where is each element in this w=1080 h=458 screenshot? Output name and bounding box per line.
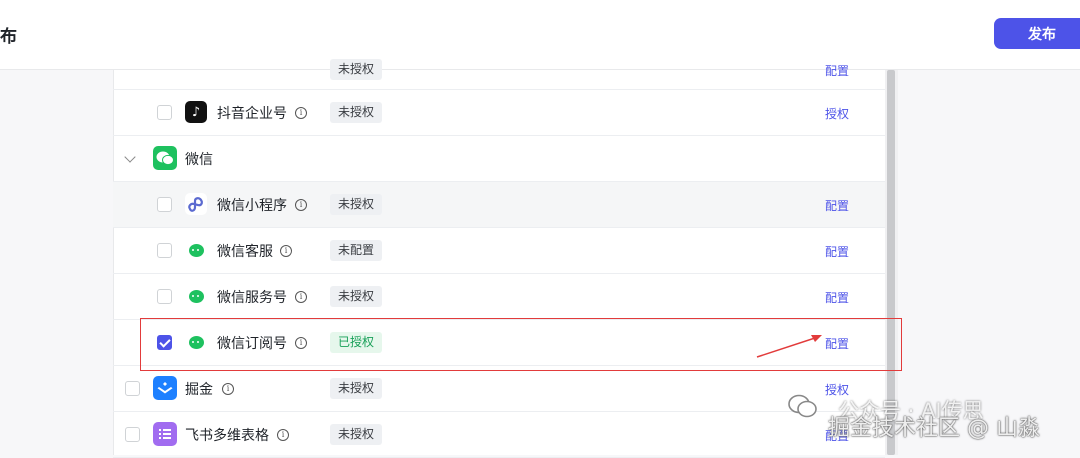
status-tag: 未授权 <box>330 286 383 307</box>
info-icon[interactable]: i <box>295 199 307 211</box>
list-row-douyin-enterprise: ♪ 抖音企业号 i 未授权 <box>113 90 885 136</box>
channel-label: 掘金 <box>185 382 213 398</box>
group-row-wechat[interactable]: 微信 <box>113 136 885 182</box>
status-tag: 未授权 <box>330 59 383 80</box>
row-checkbox[interactable] <box>157 289 172 304</box>
status-tag: 未授权 <box>330 194 383 215</box>
row-checkbox[interactable] <box>125 381 140 396</box>
status-tag: 未授权 <box>330 378 383 399</box>
configure-link[interactable]: 配置 <box>825 62 849 79</box>
top-bar: 布 发布 <box>0 0 1080 70</box>
list-row-partial: 未授权 配置 <box>113 59 885 90</box>
page-title: 布 <box>0 27 17 47</box>
list-row-feishu-bitable: 飞书多维表格 i 未授权 <box>113 412 885 458</box>
mini-program-icon <box>185 193 207 215</box>
feishu-table-icon <box>153 422 177 446</box>
chat-bubble-icon <box>185 239 207 261</box>
configure-link[interactable]: 配置 <box>825 289 849 306</box>
status-tag: 未授权 <box>330 102 383 123</box>
row-checkbox[interactable] <box>157 105 172 120</box>
wechat-icon <box>153 146 177 170</box>
info-icon[interactable]: i <box>295 291 307 303</box>
row-checkbox[interactable] <box>157 197 172 212</box>
channel-label: 微信服务号 <box>217 290 287 306</box>
channel-label: 微信客服 <box>217 244 273 260</box>
list-row-wechat-service: 微信客服 i 未配置 <box>113 228 885 274</box>
juejin-icon <box>153 376 177 400</box>
info-icon[interactable]: i <box>277 429 289 441</box>
wechat-icon <box>788 394 817 418</box>
list-row-wechat-service-account: 微信服务号 i 未授权 <box>113 274 885 320</box>
group-label: 微信 <box>185 152 213 168</box>
list-row-wechat-miniprogram: 微信小程序 i 未授权 <box>113 182 885 228</box>
authorize-link[interactable]: 授权 <box>825 105 849 122</box>
channel-label: 微信小程序 <box>217 198 287 214</box>
info-icon[interactable]: i <box>295 107 307 119</box>
configure-link[interactable]: 配置 <box>825 243 849 260</box>
watermark-line-2: 掘金技术社区 @ 山淼 <box>828 416 1040 441</box>
status-tag: 未授权 <box>330 424 383 445</box>
configure-link[interactable]: 配置 <box>825 197 849 214</box>
publish-button[interactable]: 发布 <box>994 18 1080 49</box>
row-checkbox[interactable] <box>157 243 172 258</box>
list-row-juejin: 掘金 i 未授权 <box>113 366 885 412</box>
status-tag: 未配置 <box>330 240 383 261</box>
channel-label: 飞书多维表格 <box>185 428 269 444</box>
chat-bubble-icon <box>185 285 207 307</box>
info-icon[interactable]: i <box>222 383 234 395</box>
info-icon[interactable]: i <box>280 245 292 257</box>
row-checkbox[interactable] <box>125 427 140 442</box>
tiktok-icon: ♪ <box>185 101 207 123</box>
channel-label: 抖音企业号 <box>217 106 287 122</box>
annotation-highlight-box <box>140 318 902 371</box>
